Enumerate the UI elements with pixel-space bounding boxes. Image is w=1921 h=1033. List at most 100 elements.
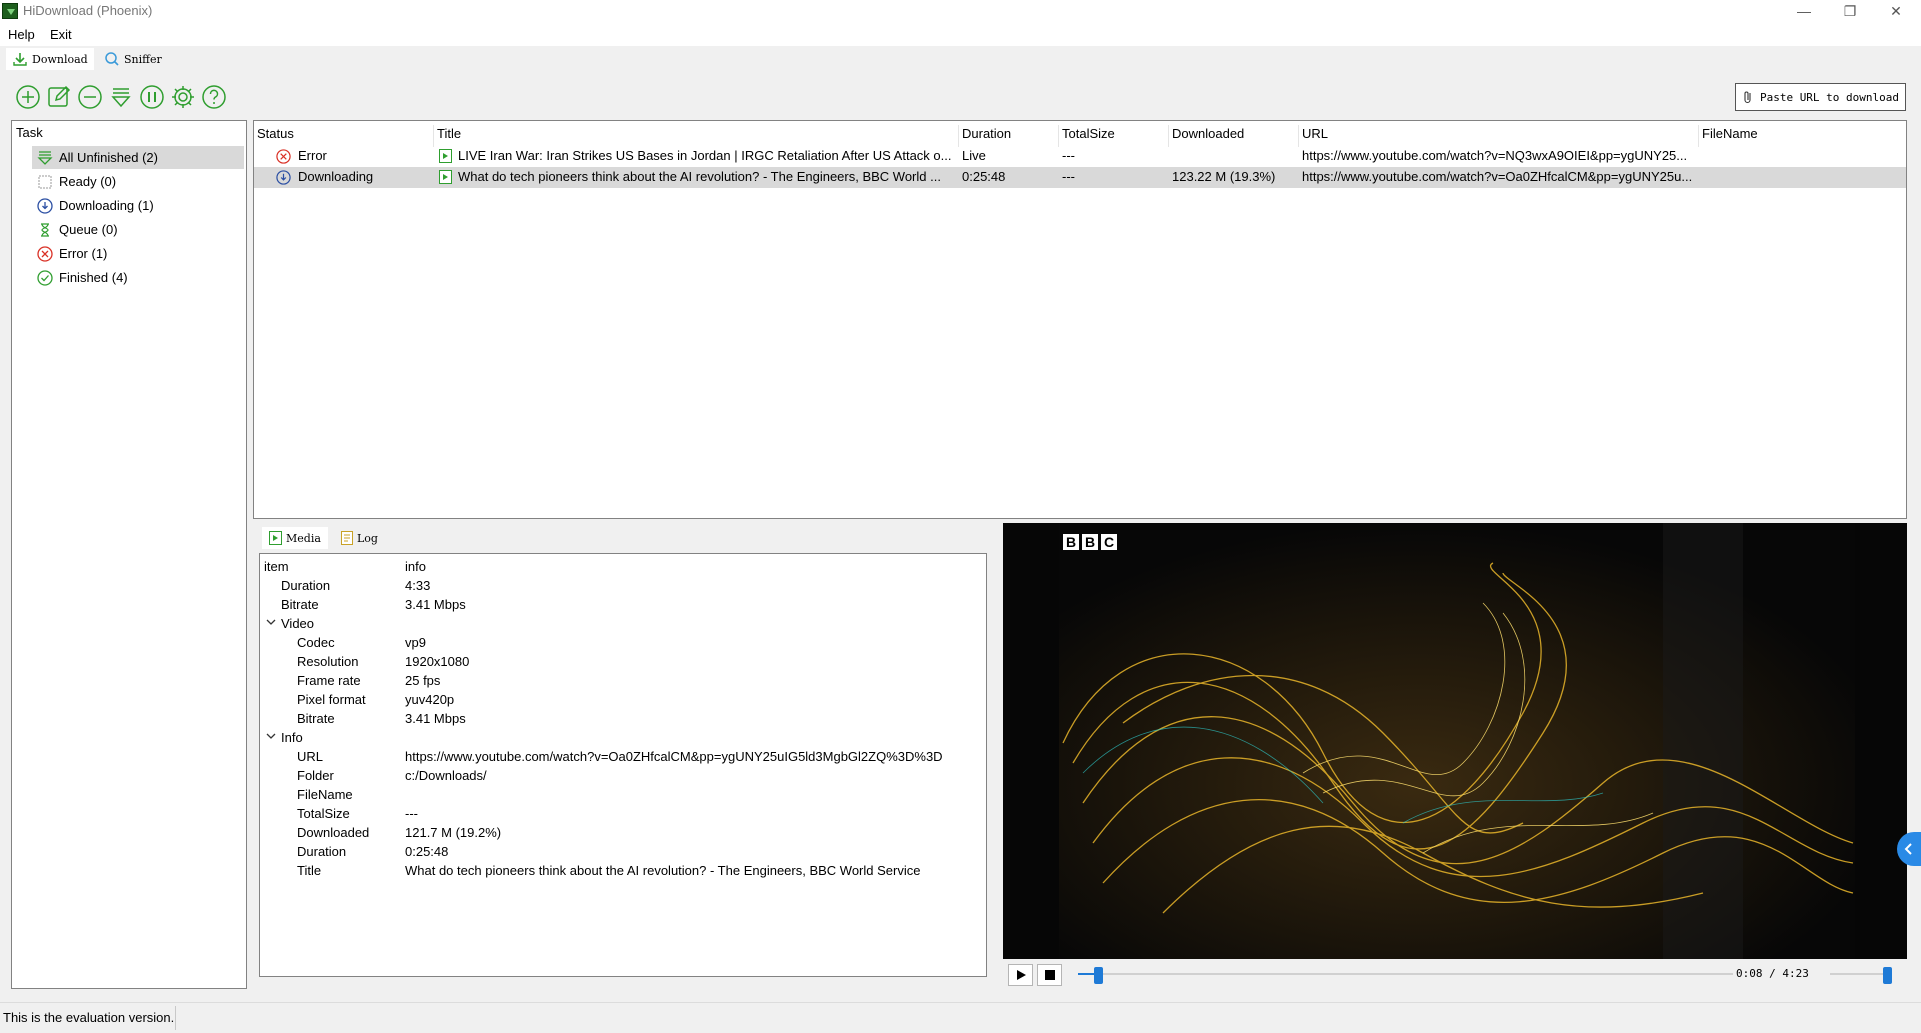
close-button[interactable]: ✕ xyxy=(1873,0,1919,22)
tree-row-value: 25 fps xyxy=(405,673,441,688)
col-header-status[interactable]: Status xyxy=(254,125,434,147)
add-icon[interactable] xyxy=(15,84,41,110)
restore-button[interactable]: ❐ xyxy=(1827,0,1873,22)
tree-row-key: FileName xyxy=(297,787,353,802)
task-item-all-unfinished[interactable]: All Unfinished (2) xyxy=(32,146,244,169)
cell-url: https://www.youtube.com/watch?v=Oa0ZHfca… xyxy=(1302,169,1693,184)
chevron-down-icon[interactable] xyxy=(265,616,277,628)
paste-url-button[interactable]: Paste URL to download xyxy=(1735,83,1906,111)
app-icon xyxy=(2,3,18,19)
bbc-logo: B B C xyxy=(1063,534,1117,550)
remove-icon[interactable] xyxy=(77,84,103,110)
tree-row-value: c:/Downloads/ xyxy=(405,768,487,783)
tree-row: FileName xyxy=(260,785,986,804)
stop-button[interactable] xyxy=(1037,964,1062,986)
help-icon[interactable] xyxy=(201,84,227,110)
tree-row-value: 3.41 Mbps xyxy=(405,597,466,612)
task-item-ready[interactable]: Ready (0) xyxy=(32,170,244,193)
header-item: item xyxy=(264,559,289,574)
tree-row: Title What do tech pioneers think about t… xyxy=(260,861,986,880)
play-button[interactable] xyxy=(1008,964,1033,986)
seek-thumb[interactable] xyxy=(1094,967,1104,984)
chevron-left-icon xyxy=(1904,843,1912,855)
col-header-duration[interactable]: Duration xyxy=(959,125,1059,147)
status-bar: This is the evaluation version. xyxy=(0,1002,1921,1033)
col-header-filename[interactable]: FileName xyxy=(1699,125,1904,147)
status-text: This is the evaluation version. xyxy=(3,1010,175,1025)
col-header-title[interactable]: Title xyxy=(434,125,959,147)
status-divider xyxy=(175,1006,176,1030)
stop-icon xyxy=(1044,970,1055,980)
chevron-down-icon[interactable] xyxy=(265,730,277,742)
minimize-button[interactable]: — xyxy=(1781,0,1827,22)
tree-row-key: Resolution xyxy=(297,654,359,669)
tab-media[interactable]: Media xyxy=(262,527,328,549)
tree-row-value: What do tech pioneers think about the AI… xyxy=(405,863,921,878)
tab-media-label: Media xyxy=(286,531,321,545)
cell-totalsize: --- xyxy=(1062,148,1075,163)
cell-duration: Live xyxy=(962,148,986,163)
task-header: Task xyxy=(16,125,43,140)
tab-log-label: Log xyxy=(357,531,378,545)
log-file-icon xyxy=(341,531,353,545)
tree-row-key: Video xyxy=(281,616,315,631)
tree-row-value: 3.41 Mbps xyxy=(405,711,466,726)
tree-row-key: Frame rate xyxy=(297,673,361,688)
minimize-icon: — xyxy=(1797,3,1811,19)
col-header-url[interactable]: URL xyxy=(1299,125,1699,147)
volume-slider[interactable] xyxy=(1830,973,1890,975)
volume-thumb[interactable] xyxy=(1883,967,1892,984)
task-item-finished[interactable]: Finished (4) xyxy=(32,266,244,289)
filter-icon xyxy=(37,150,53,165)
tree-row-key: Downloaded xyxy=(297,825,370,840)
table-row[interactable]: Error LIVE Iran War: Iran Strikes US Bas… xyxy=(254,146,1906,167)
media-file-icon xyxy=(269,531,282,545)
task-item-queue[interactable]: Queue (0) xyxy=(32,218,244,241)
tab-download-label: Download xyxy=(32,52,88,66)
paste-url-label: Paste URL to download xyxy=(1759,90,1900,104)
media-info-panel: item info Duration 4:33 Bitrate 3.41 Mbps Vi… xyxy=(259,553,987,977)
task-item-downloading[interactable]: Downloading (1) xyxy=(32,194,244,217)
close-icon: ✕ xyxy=(1890,2,1902,19)
menu-help[interactable]: Help xyxy=(8,27,35,42)
task-item-label: Queue (0) xyxy=(59,222,118,237)
paperclip-icon xyxy=(1744,91,1751,104)
tab-download[interactable]: Download xyxy=(6,48,94,70)
time-readout: 0:08 / 4:23 xyxy=(1736,967,1809,980)
toolbar: Paste URL to download xyxy=(0,70,1921,122)
downloading-icon xyxy=(37,197,53,214)
tree-group-row[interactable]: Info xyxy=(260,728,986,747)
cell-duration: 0:25:48 xyxy=(962,169,1006,184)
cell-status: Downloading xyxy=(298,169,374,184)
tab-sniffer[interactable]: Sniffer xyxy=(98,48,168,70)
download-list: Status Title Duration TotalSize Download… xyxy=(253,120,1907,519)
menu-exit[interactable]: Exit xyxy=(50,27,72,42)
task-item-error[interactable]: Error (1) xyxy=(32,242,244,265)
tree-row: Codec vp9 xyxy=(260,633,986,652)
tree-row: Bitrate 3.41 Mbps xyxy=(260,595,986,614)
seek-bar[interactable] xyxy=(1078,973,1733,975)
settings-icon[interactable] xyxy=(170,84,196,110)
title-bar: HiDownload (Phoenix) — ❐ ✕ xyxy=(0,0,1921,22)
search-icon xyxy=(105,52,119,66)
tree-group-row[interactable]: Video xyxy=(260,614,986,633)
bbc-logo-letter: B xyxy=(1066,534,1076,550)
edit-icon[interactable] xyxy=(46,84,72,110)
tree-row: Duration 4:33 xyxy=(260,576,986,595)
media-file-icon xyxy=(439,170,452,184)
media-file-icon xyxy=(439,149,452,163)
cell-totalsize: --- xyxy=(1062,169,1075,184)
window-title: HiDownload (Phoenix) xyxy=(23,3,153,18)
video-player[interactable]: B B C xyxy=(1003,523,1907,959)
downloading-icon xyxy=(276,170,291,185)
filter-icon[interactable] xyxy=(108,84,134,110)
tab-log[interactable]: Log xyxy=(334,527,385,549)
pause-icon[interactable] xyxy=(139,84,165,110)
player-controls: 0:08 / 4:23 xyxy=(1003,959,1907,990)
col-header-downloaded[interactable]: Downloaded xyxy=(1169,125,1299,147)
error-icon xyxy=(37,245,53,262)
table-row[interactable]: Downloading What do tech pioneers think … xyxy=(254,167,1906,188)
play-icon xyxy=(1016,970,1026,980)
finished-icon xyxy=(37,269,53,286)
col-header-totalsize[interactable]: TotalSize xyxy=(1059,125,1169,147)
